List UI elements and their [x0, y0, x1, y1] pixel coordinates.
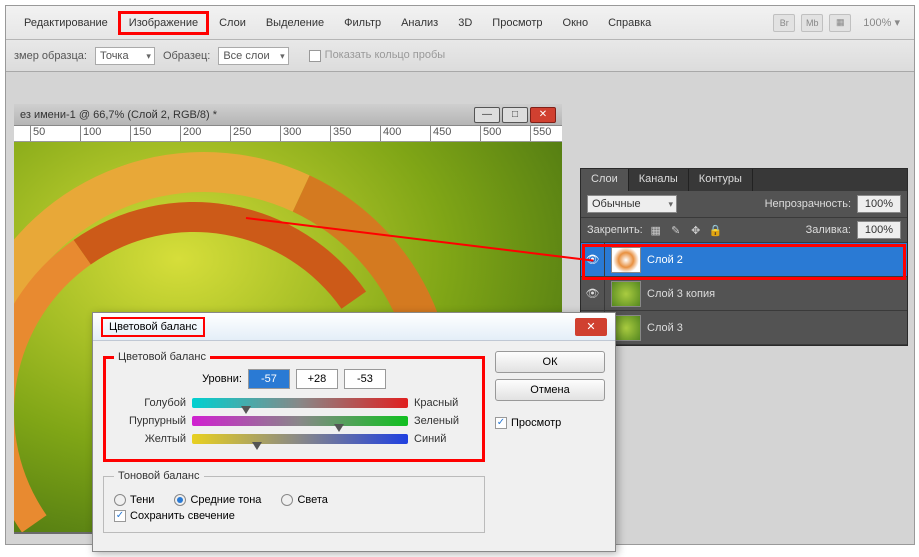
menu-3d[interactable]: 3D — [448, 11, 482, 35]
document-title: ез имени-1 @ 66,7% (Слой 2, RGB/8) * — [20, 109, 217, 121]
menu-help[interactable]: Справка — [598, 11, 661, 35]
blend-mode-dropdown[interactable]: Обычные — [587, 195, 677, 213]
opacity-label: Непрозрачность: — [765, 198, 851, 210]
options-bar: змер образца: Точка Образец: Все слои По… — [6, 40, 914, 72]
tonal-balance-legend: Тоновой баланс — [114, 470, 204, 482]
zoom-dropdown[interactable]: 100% ▾ — [857, 16, 906, 29]
cyan-red-slider[interactable] — [192, 398, 408, 408]
lock-transparent-icon[interactable]: ▦ — [649, 223, 663, 237]
menu-select[interactable]: Выделение — [256, 11, 334, 35]
layer-thumbnail[interactable] — [611, 247, 641, 273]
close-button[interactable]: ✕ — [530, 107, 556, 123]
menu-filter[interactable]: Фильтр — [334, 11, 391, 35]
slider-right-label: Синий — [414, 433, 474, 445]
layers-panel: Слои Каналы Контуры Обычные Непрозрачнос… — [580, 168, 908, 346]
dialog-title: Цветовой баланс — [101, 317, 205, 337]
ruler-horizontal: 50100150200250300350400450500550 — [14, 126, 562, 142]
bridge-icon[interactable]: Br — [773, 14, 795, 32]
cancel-button[interactable]: Отмена — [495, 379, 605, 401]
menu-layers[interactable]: Слои — [209, 11, 256, 35]
ok-button[interactable]: ОК — [495, 351, 605, 373]
slider-left-label: Голубой — [114, 397, 186, 409]
yellow-blue-slider[interactable] — [192, 434, 408, 444]
menu-analysis[interactable]: Анализ — [391, 11, 448, 35]
eye-icon[interactable]: 👁 — [581, 277, 605, 310]
radio-highlights[interactable] — [281, 494, 293, 506]
preserve-luminosity-checkbox[interactable] — [114, 510, 126, 522]
lock-pixels-icon[interactable]: ✎ — [669, 223, 683, 237]
layer-name: Слой 2 — [647, 254, 683, 266]
level-input-2[interactable]: +28 — [296, 369, 338, 389]
layer-item[interactable]: Слой 3 — [581, 311, 907, 345]
color-balance-legend: Цветовой баланс — [114, 351, 210, 363]
tab-channels[interactable]: Каналы — [629, 169, 689, 191]
screenmode-icon[interactable]: ▦ — [829, 14, 851, 32]
fill-label: Заливка: — [806, 224, 851, 236]
levels-label: Уровни: — [202, 373, 242, 385]
layer-thumbnail[interactable] — [611, 281, 641, 307]
slider-right-label: Красный — [414, 397, 474, 409]
sample-size-label: змер образца: — [14, 50, 87, 62]
sample-dropdown[interactable]: Все слои — [218, 47, 288, 65]
color-balance-group: Цветовой баланс Уровни: -57 +28 -53 Голу… — [103, 351, 485, 462]
layer-item-selected[interactable]: 👁 Слой 2 — [581, 243, 907, 277]
sample-size-dropdown[interactable]: Точка — [95, 47, 155, 65]
slider-left-label: Пурпурный — [114, 415, 186, 427]
lock-position-icon[interactable]: ✥ — [689, 223, 703, 237]
lock-all-icon[interactable]: 🔒 — [709, 223, 723, 237]
menu-image[interactable]: Изображение — [118, 11, 209, 35]
tab-paths[interactable]: Контуры — [689, 169, 753, 191]
minibridge-icon[interactable]: Mb — [801, 14, 823, 32]
sample-label: Образец: — [163, 50, 210, 62]
document-titlebar[interactable]: ез имени-1 @ 66,7% (Слой 2, RGB/8) * — □… — [14, 104, 562, 126]
dialog-titlebar[interactable]: Цветовой баланс ✕ — [93, 313, 615, 341]
level-input-3[interactable]: -53 — [344, 369, 386, 389]
lock-label: Закрепить: — [587, 224, 643, 236]
opacity-input[interactable]: 100% — [857, 195, 901, 213]
tab-layers[interactable]: Слои — [581, 169, 629, 191]
menu-view[interactable]: Просмотр — [482, 11, 552, 35]
tonal-balance-group: Тоновой баланс Тени Средние тона Света С… — [103, 470, 485, 533]
layer-item[interactable]: 👁 Слой 3 копия — [581, 277, 907, 311]
maximize-button[interactable]: □ — [502, 107, 528, 123]
menu-window[interactable]: Окно — [553, 11, 599, 35]
dialog-close-button[interactable]: ✕ — [575, 318, 607, 336]
level-input-1[interactable]: -57 — [248, 369, 290, 389]
minimize-button[interactable]: — — [474, 107, 500, 123]
layer-name: Слой 3 копия — [647, 288, 715, 300]
menu-bar: Редактирование Изображение Слои Выделени… — [6, 6, 914, 40]
radio-midtones[interactable] — [174, 494, 186, 506]
ring-checkbox[interactable] — [309, 50, 321, 62]
ring-label: Показать кольцо пробы — [325, 49, 446, 61]
color-balance-dialog: Цветовой баланс ✕ Цветовой баланс Уровни… — [92, 312, 616, 552]
slider-left-label: Желтый — [114, 433, 186, 445]
layer-name: Слой 3 — [647, 322, 683, 334]
radio-shadows[interactable] — [114, 494, 126, 506]
menu-edit[interactable]: Редактирование — [14, 11, 118, 35]
preview-checkbox[interactable] — [495, 417, 507, 429]
magenta-green-slider[interactable] — [192, 416, 408, 426]
fill-input[interactable]: 100% — [857, 221, 901, 239]
slider-right-label: Зеленый — [414, 415, 474, 427]
